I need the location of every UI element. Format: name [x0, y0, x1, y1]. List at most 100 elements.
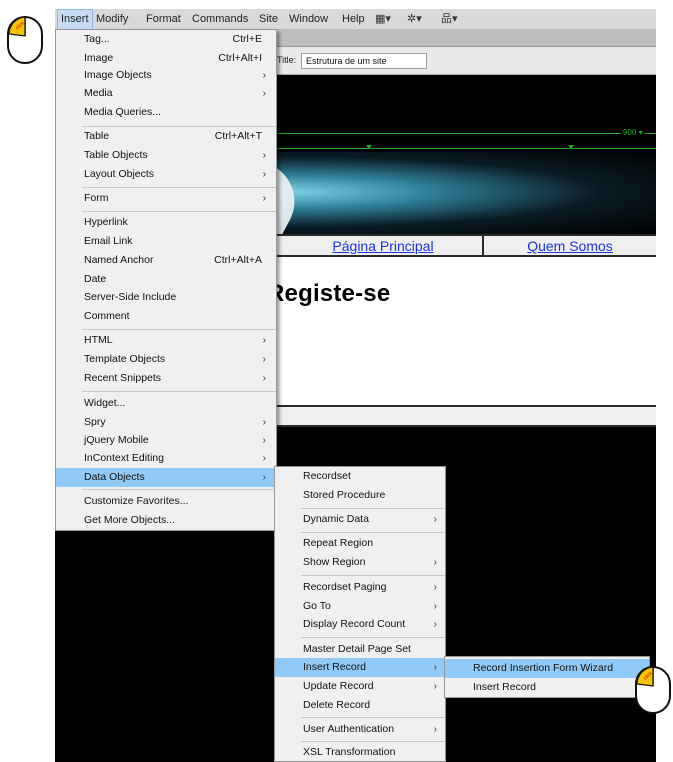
- menu-item-label: HTML: [84, 334, 113, 346]
- menu-item-table-objects[interactable]: Table Objects ›: [56, 146, 276, 165]
- menu-item-label: Record Insertion Form Wizard: [473, 662, 614, 674]
- menu-item-incontext-editing[interactable]: InContext Editing ›: [56, 449, 276, 468]
- menu-item-stored-procedure[interactable]: Stored Procedure: [275, 486, 445, 505]
- menu-item-label: Get More Objects...: [84, 514, 176, 526]
- menu-item-template-objects[interactable]: Template Objects ›: [56, 350, 276, 369]
- menu-item-label: Delete Record: [303, 699, 371, 711]
- menu-item-media[interactable]: Media ›: [56, 84, 276, 103]
- submenu-arrow-icon: ›: [433, 601, 437, 612]
- menu-item-label: Recordset: [303, 470, 351, 482]
- menu-item-comment[interactable]: Comment: [56, 307, 276, 326]
- menu-item-data-objects[interactable]: Data Objects ›: [56, 468, 276, 487]
- menu-item-label: Media: [84, 87, 113, 99]
- menu-separator: [301, 575, 445, 576]
- layout-mode-icon[interactable]: ▦▾: [375, 12, 391, 27]
- menu-item-recordset[interactable]: Recordset: [275, 467, 445, 486]
- column-marker-icon[interactable]: [568, 145, 574, 149]
- menu-item-media-queries[interactable]: Media Queries...: [56, 103, 276, 122]
- menu-item-go-to[interactable]: Go To ›: [275, 597, 445, 616]
- menu-item-label: Widget...: [84, 397, 126, 409]
- title-input[interactable]: [301, 53, 427, 69]
- menu-item-label: Named Anchor: [84, 254, 154, 266]
- insert-menu: Tag... Ctrl+E Image Ctrl+Alt+I Image Objec…: [55, 29, 277, 531]
- menu-item-xsl-transformation[interactable]: XSL Transformation: [275, 743, 445, 762]
- menu-item-date[interactable]: Date: [56, 270, 276, 289]
- menu-item-image-objects[interactable]: Image Objects ›: [56, 66, 276, 85]
- menu-item-jquery-mobile[interactable]: jQuery Mobile ›: [56, 431, 276, 450]
- menu-item-dynamic-data[interactable]: Dynamic Data ›: [275, 510, 445, 529]
- submenu-arrow-icon: ›: [262, 335, 266, 346]
- menu-item-customize-favorites[interactable]: Customize Favorites...: [56, 492, 276, 511]
- menu-separator: [82, 187, 276, 188]
- menu-separator: [301, 717, 445, 718]
- menu-item-recordset-paging[interactable]: Recordset Paging ›: [275, 578, 445, 597]
- menu-item-insert-record[interactable]: Insert Record ›: [275, 658, 445, 677]
- menu-item-layout-objects[interactable]: Layout Objects ›: [56, 165, 276, 184]
- menu-item-form[interactable]: Form ›: [56, 189, 276, 208]
- menu-item-named-anchor[interactable]: Named Anchor Ctrl+Alt+A: [56, 251, 276, 270]
- submenu-arrow-icon: ›: [433, 681, 437, 692]
- menu-item-label: Stored Procedure: [303, 489, 386, 501]
- menu-item-spry[interactable]: Spry ›: [56, 413, 276, 432]
- menu-item-record-insertion-form-wizard[interactable]: Record Insertion Form Wizard: [445, 659, 649, 678]
- menu-item-repeat-region[interactable]: Repeat Region: [275, 534, 445, 553]
- menu-item-label: User Authentication: [303, 723, 395, 735]
- menu-separator: [301, 508, 445, 509]
- menu-item-display-record-count[interactable]: Display Record Count ›: [275, 615, 445, 634]
- menu-item-email-link[interactable]: Email Link: [56, 232, 276, 251]
- nav-link-quem-somos[interactable]: Quem Somos: [484, 238, 656, 255]
- page-heading: Registe-se: [267, 280, 391, 307]
- shortcut-label: Ctrl+Alt+A: [214, 254, 262, 266]
- menu-item-label: Show Region: [303, 556, 366, 568]
- submenu-arrow-icon: ›: [262, 169, 266, 180]
- menu-item-show-region[interactable]: Show Region ›: [275, 553, 445, 572]
- menu-insert[interactable]: Insert: [57, 9, 93, 30]
- menu-item-delete-record[interactable]: Delete Record: [275, 696, 445, 715]
- menu-item-label: Image: [84, 52, 114, 64]
- menu-item-label: XSL Transformation: [303, 746, 396, 758]
- site-manage-icon[interactable]: 品▾: [441, 12, 458, 27]
- menu-item-update-record[interactable]: Update Record ›: [275, 677, 445, 696]
- submenu-arrow-icon: ›: [262, 88, 266, 99]
- menu-item-html[interactable]: HTML ›: [56, 331, 276, 350]
- menu-item-master-detail-page-set[interactable]: Master Detail Page Set: [275, 640, 445, 659]
- menu-item-label: Email Link: [84, 235, 133, 247]
- menu-commands[interactable]: Commands: [189, 9, 251, 30]
- submenu-arrow-icon: ›: [262, 193, 266, 204]
- menu-item-widget[interactable]: Widget...: [56, 394, 276, 413]
- menu-format[interactable]: Format: [143, 9, 184, 30]
- menu-item-label: Spry: [84, 416, 106, 428]
- insert-record-submenu: Record Insertion Form Wizard Insert Reco…: [444, 656, 650, 698]
- menu-item-insert-record-server-behavior[interactable]: Insert Record: [445, 678, 649, 697]
- submenu-arrow-icon: ›: [262, 373, 266, 384]
- menu-item-label: Customize Favorites...: [84, 495, 189, 507]
- submenu-arrow-icon: ›: [433, 662, 437, 673]
- menu-item-table[interactable]: Table Ctrl+Alt+T: [56, 127, 276, 146]
- menu-item-label: Form: [84, 192, 109, 204]
- menu-item-server-side-include[interactable]: Server-Side Include: [56, 288, 276, 307]
- title-label: Title:: [277, 55, 297, 65]
- menu-window[interactable]: Window: [286, 9, 331, 30]
- menu-item-tag[interactable]: Tag... Ctrl+E: [56, 30, 276, 49]
- nav-link-pagina-principal[interactable]: Página Principal: [283, 238, 483, 255]
- mouse-click-icon: click: [635, 666, 671, 714]
- menu-item-user-authentication[interactable]: User Authentication ›: [275, 720, 445, 739]
- menu-separator: [82, 329, 276, 330]
- submenu-arrow-icon: ›: [262, 354, 266, 365]
- menu-item-recent-snippets[interactable]: Recent Snippets ›: [56, 369, 276, 388]
- menu-site[interactable]: Site: [256, 9, 281, 30]
- menu-item-get-more-objects[interactable]: Get More Objects...: [56, 511, 276, 530]
- width-indicator[interactable]: 900 ▾: [621, 128, 645, 137]
- menu-item-label: Date: [84, 273, 107, 285]
- submenu-arrow-icon: ›: [262, 150, 266, 161]
- menu-separator: [301, 741, 445, 742]
- extensions-gear-icon[interactable]: ✲▾: [407, 12, 422, 27]
- menu-help[interactable]: Help: [339, 9, 368, 30]
- column-marker-icon[interactable]: [366, 145, 372, 149]
- submenu-arrow-icon: ›: [433, 514, 437, 525]
- menu-item-label: Layout Objects: [84, 168, 155, 180]
- menu-modify[interactable]: Modify: [93, 9, 131, 30]
- menu-separator: [82, 489, 276, 490]
- mouse-click-icon: click: [7, 16, 43, 64]
- menu-item-hyperlink[interactable]: Hyperlink: [56, 213, 276, 232]
